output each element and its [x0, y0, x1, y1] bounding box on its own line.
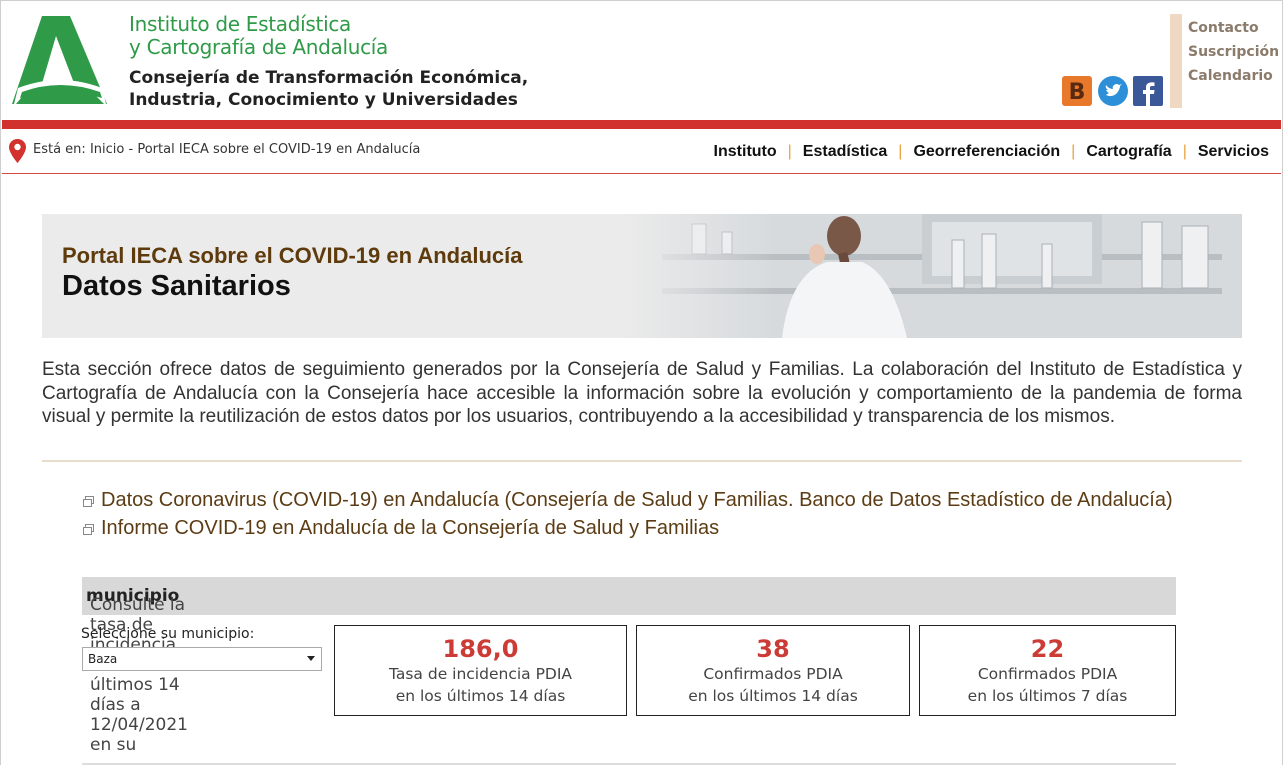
consejeria-line1: Consejería de Transformación Económica, — [129, 68, 529, 88]
banner-subtitle: Portal IECA sobre el COVID-19 en Andaluc… — [62, 243, 523, 268]
stat-card-tasa: 186,0 Tasa de incidencia PDIA en los últ… — [334, 625, 627, 716]
facebook-icon[interactable] — [1133, 76, 1163, 106]
top-links: Contacto Suscripción Calendario — [1188, 16, 1279, 88]
nav-separator: | — [898, 143, 903, 160]
intro-paragraph: Esta sección ofrece datos de seguimiento… — [42, 359, 1242, 427]
incidence-header-bar: Consulte la tasa de incidencia PDIA en l… — [82, 577, 1176, 755]
breadcrumb-home-link[interactable]: Inicio — [90, 142, 124, 157]
nav-georreferenciacion[interactable]: Georreferenciación — [913, 143, 1060, 160]
blog-icon[interactable]: B — [1062, 76, 1092, 106]
bottom-divider — [82, 763, 1176, 765]
external-links-list: Datos Coronavirus (COVID-19) en Andalucí… — [82, 486, 1173, 542]
municipio-select[interactable]: Baza — [82, 647, 322, 671]
external-window-icon — [83, 524, 94, 535]
institute-name-line2: y Cartografía de Andalucía — [129, 35, 389, 59]
list-item: Informe COVID-19 en Andalucía de la Cons… — [82, 514, 1173, 542]
twitter-icon[interactable] — [1098, 76, 1128, 106]
nav-separator: | — [1182, 143, 1187, 160]
top-links-accent-bar — [1170, 14, 1182, 108]
incidence-header-text: Consulte la tasa de incidencia PDIA en l… — [86, 586, 188, 755]
contacto-link[interactable]: Contacto — [1188, 16, 1279, 40]
location-pin-icon — [9, 139, 26, 163]
laboratory-banner-image — [622, 214, 1242, 338]
nav-servicios[interactable]: Servicios — [1198, 143, 1269, 160]
stat-value: 38 — [756, 635, 790, 663]
chevron-down-icon — [307, 656, 315, 661]
institute-name-line1: Instituto de Estadística — [129, 12, 351, 36]
stat-label-line2: en los últimos 14 días — [688, 687, 858, 705]
suscripcion-link[interactable]: Suscripción — [1188, 40, 1279, 64]
nav-separator: | — [787, 143, 792, 160]
stat-value: 186,0 — [442, 635, 519, 663]
datos-coronavirus-link[interactable]: Datos Coronavirus (COVID-19) en Andalucí… — [101, 489, 1173, 512]
breadcrumb: Está en: Inicio - Portal IECA sobre el C… — [33, 142, 420, 157]
nav-estadistica[interactable]: Estadística — [803, 143, 887, 160]
stat-card-confirmados-7: 22 Confirmados PDIA en los últimos 7 día… — [919, 625, 1176, 716]
institute-name[interactable]: Instituto de Estadística y Cartografía d… — [129, 13, 388, 59]
incidence-header-prefix: Consulte la tasa de incidencia PDIA en l… — [90, 595, 188, 755]
nav-underline — [2, 173, 1281, 174]
banner-title: Datos Sanitarios — [62, 270, 291, 302]
calendario-link[interactable]: Calendario — [1188, 64, 1279, 88]
municipio-select-label: Seleccione su municipio: — [81, 626, 255, 642]
stat-label-line1: Tasa de incidencia PDIA — [388, 665, 573, 683]
page-banner: Portal IECA sobre el COVID-19 en Andaluc… — [42, 214, 1242, 338]
breadcrumb-separator: - — [128, 142, 134, 157]
header-red-bar — [2, 120, 1281, 129]
breadcrumb-current: Portal IECA sobre el COVID-19 en Andaluc… — [137, 142, 421, 157]
svg-text:B: B — [1069, 80, 1086, 105]
stat-label-line2: en los últimos 7 días — [967, 687, 1128, 705]
consejeria-line2: Industria, Conocimiento y Universidades — [129, 90, 518, 110]
main-nav: Instituto | Estadística | Georreferenciación… — [714, 143, 1269, 161]
external-window-icon — [83, 496, 94, 507]
junta-andalucia-logo[interactable] — [12, 14, 108, 108]
nav-separator: | — [1071, 143, 1076, 160]
municipio-select-value: Baza — [88, 652, 118, 666]
stat-label-line2: en los últimos 14 días — [395, 687, 566, 705]
nav-cartografia[interactable]: Cartografía — [1086, 143, 1171, 160]
stat-value: 22 — [1030, 635, 1065, 663]
stat-label-line1: Confirmados PDIA — [977, 665, 1118, 683]
breadcrumb-prefix: Está en: — [33, 142, 86, 157]
list-item: Datos Coronavirus (COVID-19) en Andalucí… — [82, 486, 1173, 514]
stat-label-line1: Confirmados PDIA — [703, 665, 843, 683]
informe-covid-link[interactable]: Informe COVID-19 en Andalucía de la Cons… — [101, 517, 719, 540]
consejeria-name: Consejería de Transformación Económica, … — [129, 67, 528, 111]
section-divider — [42, 460, 1242, 462]
stat-card-confirmados-14: 38 Confirmados PDIA en los últimos 14 dí… — [636, 625, 910, 716]
nav-instituto[interactable]: Instituto — [714, 143, 777, 160]
